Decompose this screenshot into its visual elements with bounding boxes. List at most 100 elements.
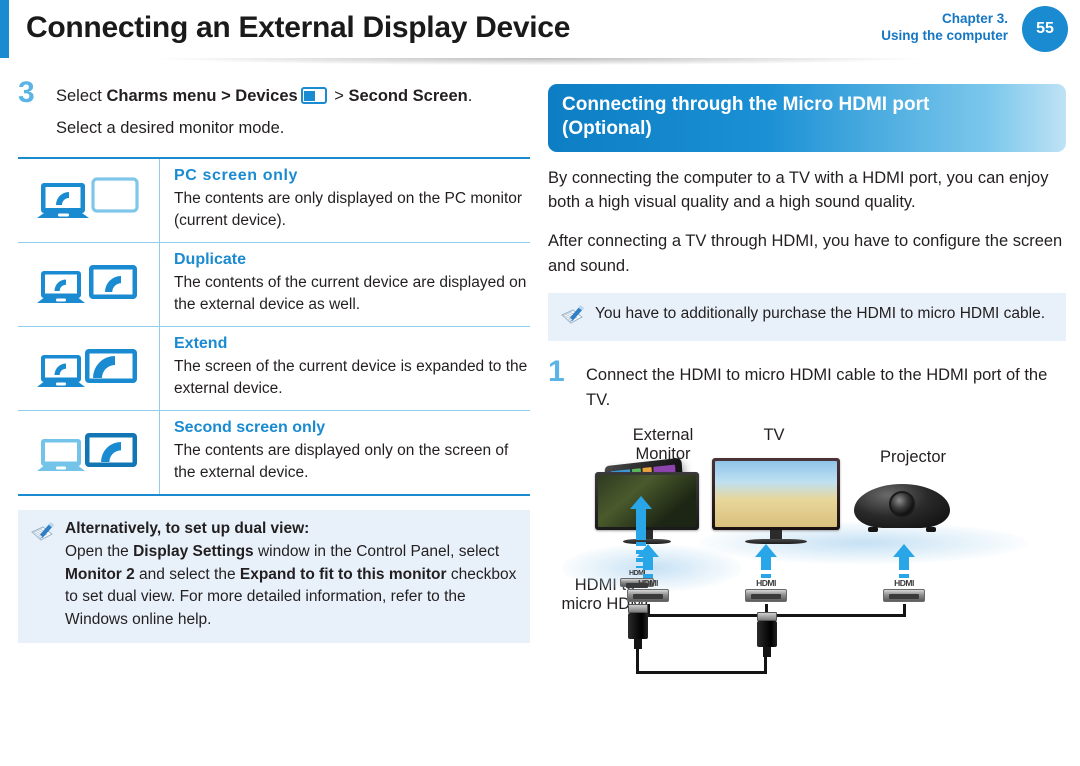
mode-title: Extend bbox=[174, 335, 228, 353]
hdmi-port-body bbox=[627, 588, 669, 602]
display-mode-table: PC screen only The contents are only dis… bbox=[18, 157, 530, 497]
hdmi-cable-tip-box: You have to additionally purchase the HD… bbox=[548, 292, 1066, 341]
mode-icon-cell bbox=[18, 411, 160, 495]
mode-text-cell: PC screen only The contents are only dis… bbox=[160, 159, 530, 242]
step-text-bold-second-screen: Second Screen bbox=[348, 87, 468, 105]
projector-foot-left bbox=[868, 526, 878, 532]
mode-title: Second screen only bbox=[174, 419, 326, 437]
table-row: PC screen only The contents are only dis… bbox=[18, 159, 530, 244]
projector-lens bbox=[889, 490, 915, 517]
right-column: Connecting through the Micro HDMI port (… bbox=[548, 84, 1066, 688]
plug-tip bbox=[757, 611, 777, 621]
cable-right-run bbox=[764, 649, 767, 674]
hdmi-port-label: HDMI bbox=[638, 577, 658, 588]
label-projector: Projector bbox=[879, 447, 947, 466]
header-accent-bar bbox=[0, 0, 9, 58]
tip-bold-monitor-2: Monitor 2 bbox=[65, 565, 135, 583]
step-text-line2: Select a desired monitor mode. bbox=[56, 118, 285, 137]
tv-bezel bbox=[712, 457, 840, 530]
label-tv: TV bbox=[763, 425, 785, 444]
chapter-name: Using the computer bbox=[881, 27, 1008, 43]
step-number: 1 bbox=[548, 354, 565, 388]
projector-foot-right bbox=[926, 526, 936, 532]
step-number: 3 bbox=[18, 76, 35, 109]
hdmi-port-projector: HDMI bbox=[883, 578, 925, 602]
plug-grip bbox=[757, 620, 777, 647]
step-text-c: > bbox=[329, 87, 349, 105]
hdmi-plug-left bbox=[628, 603, 648, 649]
tip-text-1: Open the bbox=[65, 543, 134, 561]
tip-body: You have to additionally purchase the HD… bbox=[595, 303, 1054, 325]
tip-text: Open the Display Settings window in the … bbox=[65, 541, 518, 631]
header-divider-shadow bbox=[0, 58, 1080, 74]
tip-bold-expand-to-fit: Expand to fit to this monitor bbox=[239, 565, 447, 583]
plug-tip bbox=[628, 603, 648, 613]
hdmi-connection-illustration: External Monitor TV Projector HDMI to mi… bbox=[548, 426, 1066, 688]
mode-icon-cell bbox=[18, 243, 160, 327]
pc-screen-only-icon bbox=[36, 177, 139, 218]
table-row: Second screen only The contents are disp… bbox=[18, 411, 530, 495]
mode-text-cell: Duplicate The contents of the current de… bbox=[160, 243, 530, 326]
mode-icon-cell bbox=[18, 159, 160, 243]
step-text-e: . bbox=[467, 87, 473, 105]
table-row: Duplicate The contents of the current de… bbox=[18, 243, 530, 328]
step-text-line1: Select Charms menu > Devices > Second Sc… bbox=[56, 84, 530, 110]
devices-icon bbox=[300, 87, 327, 104]
left-column: 3 Select Charms menu > Devices > Second … bbox=[18, 78, 530, 643]
note-pencil-icon bbox=[31, 522, 54, 541]
hdmi-port-body bbox=[883, 588, 925, 602]
mode-text-cell: Second screen only The contents are disp… bbox=[160, 411, 530, 494]
section-heading-line1: Connecting through the Micro HDMI port bbox=[562, 94, 930, 115]
mode-text-cell: Extend The screen of the current device … bbox=[160, 327, 530, 410]
mode-icon-cell bbox=[18, 327, 160, 411]
second-screen-only-icon bbox=[36, 432, 137, 471]
extend-icon bbox=[36, 348, 137, 387]
dual-view-tip-box: Alternatively, to set up dual view: Open… bbox=[18, 510, 530, 643]
step-3: 3 Select Charms menu > Devices > Second … bbox=[18, 78, 530, 141]
mode-description: The contents of the current device are d… bbox=[174, 274, 527, 314]
mode-description: The contents are displayed only on the s… bbox=[174, 442, 509, 482]
mode-description: The screen of the current device is expa… bbox=[174, 358, 528, 398]
duplicate-icon bbox=[36, 264, 137, 303]
mode-title: Duplicate bbox=[174, 251, 247, 269]
page-number-badge: 55 bbox=[1022, 6, 1068, 52]
mode-title: PC screen only bbox=[174, 167, 299, 185]
step-text-bold-charms: Charms menu > Devices bbox=[106, 87, 298, 105]
cable-bottom-run bbox=[636, 670, 767, 674]
tv bbox=[712, 457, 840, 544]
page-title: Connecting an External Display Device bbox=[26, 11, 571, 44]
hdmi-port-body bbox=[745, 588, 787, 602]
step-1: 1 Connect the HDMI to micro HDMI cable t… bbox=[548, 356, 1066, 414]
mode-description: The contents are only displayed on the P… bbox=[174, 190, 523, 230]
tip-text: You have to additionally purchase the HD… bbox=[595, 304, 1046, 322]
chapter-info: Chapter 3. Using the computer bbox=[881, 11, 1008, 45]
label-external-monitor-line1: External bbox=[632, 425, 694, 444]
arrow-up-tablet bbox=[630, 495, 652, 540]
cable-left-run bbox=[636, 645, 639, 674]
projector-body bbox=[854, 483, 950, 532]
hdmi-port-label: HDMI bbox=[894, 577, 914, 588]
table-row: Extend The screen of the current device … bbox=[18, 327, 530, 412]
projector bbox=[854, 483, 950, 532]
tip-text-3: and select the bbox=[134, 565, 240, 583]
note-pencil-icon bbox=[561, 305, 584, 324]
chapter-number: Chapter 3. bbox=[941, 11, 1008, 26]
intro-paragraph-2: After connecting a TV through HDMI, you … bbox=[548, 232, 1063, 275]
tip-text-2: window in the Control Panel, select bbox=[253, 543, 500, 561]
hdmi-port-label: HDMI bbox=[756, 577, 776, 588]
tip-bold-display-settings: Display Settings bbox=[133, 543, 254, 561]
tip-title: Alternatively, to set up dual view: bbox=[65, 520, 310, 538]
hdmi-port-tv: HDMI bbox=[745, 578, 787, 602]
plug-grip bbox=[628, 612, 648, 639]
tip-body: Alternatively, to set up dual view: Open… bbox=[65, 520, 518, 631]
hdmi-port-monitor: HDMI bbox=[627, 578, 669, 602]
intro-paragraph-1: By connecting the computer to a TV with … bbox=[548, 168, 1049, 212]
step-text: Connect the HDMI to micro HDMI cable to … bbox=[586, 365, 1048, 410]
tv-screen-image bbox=[715, 460, 837, 527]
section-heading-line2: (Optional) bbox=[562, 117, 652, 139]
hdmi-plug-right bbox=[757, 611, 777, 657]
step-text-a: Select bbox=[56, 87, 107, 105]
page-header: Connecting an External Display Device Ch… bbox=[0, 0, 1080, 58]
tv-stand-neck bbox=[770, 529, 782, 539]
section-heading: Connecting through the Micro HDMI port (… bbox=[548, 84, 1066, 152]
